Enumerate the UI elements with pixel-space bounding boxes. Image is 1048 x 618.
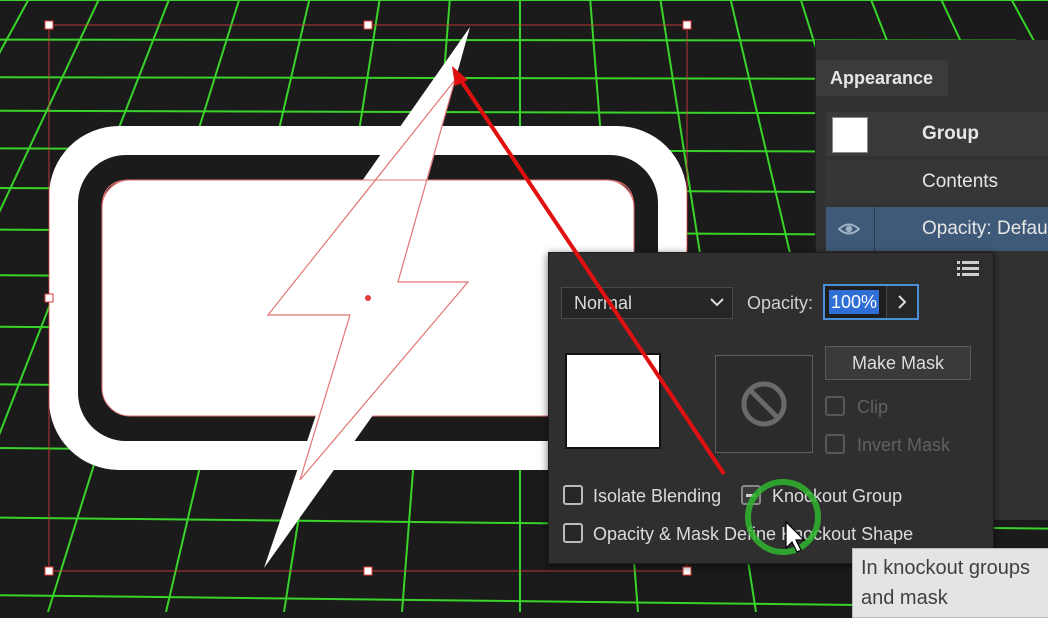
clip-checkbox[interactable] — [825, 396, 845, 416]
opacity-input[interactable]: 100% — [823, 284, 919, 320]
opacity-mask-define-knockout-checkbox[interactable] — [563, 523, 583, 543]
contents-label: Contents — [922, 171, 999, 192]
chevron-right-icon — [898, 295, 907, 309]
artwork-thumbnail[interactable] — [565, 353, 661, 449]
eye-icon[interactable] — [838, 220, 860, 238]
handle-top-left — [44, 20, 54, 30]
handle-top-right — [682, 20, 692, 30]
center-point — [365, 295, 371, 301]
appearance-row-opacity[interactable]: Opacity: Default — [826, 207, 1048, 251]
no-mask-icon — [741, 381, 787, 427]
opacity-stepper-button[interactable] — [886, 286, 917, 318]
blend-mode-select[interactable]: Normal — [561, 287, 733, 319]
chevron-down-icon — [710, 298, 724, 307]
invert-mask-checkbox[interactable] — [825, 434, 845, 454]
panel-menu-icon[interactable] — [957, 259, 979, 277]
clip-label: Clip — [857, 397, 889, 417]
handle-bottom-mid — [363, 566, 373, 576]
opacity-link-label[interactable]: Opacity: Default — [922, 207, 1048, 251]
isolate-blending-label: Isolate Blending — [593, 486, 722, 506]
knockout-group-checkbox[interactable] — [741, 485, 761, 505]
handle-bottom-right — [682, 566, 692, 576]
opacity-label: Opacity: — [747, 293, 814, 313]
make-mask-button[interactable]: Make Mask — [825, 346, 971, 380]
knockout-tooltip: In knockout groups and mask — [852, 548, 1048, 618]
invert-mask-label: Invert Mask — [857, 435, 951, 455]
opacity-value[interactable]: 100% — [829, 290, 880, 314]
handle-top-mid — [363, 20, 373, 30]
tooltip-line-1: In knockout groups — [861, 557, 1030, 579]
isolate-blending-checkbox[interactable] — [563, 485, 583, 505]
group-thumbnail — [832, 117, 868, 153]
appearance-row-group[interactable]: Group — [826, 112, 1048, 156]
handle-bottom-left — [44, 566, 54, 576]
transparency-panel: Normal Opacity: 100% Make Mask Clip Inve… — [548, 252, 994, 564]
tooltip-line-2: and mask — [861, 587, 948, 609]
tab-appearance[interactable]: Appearance — [816, 60, 948, 96]
group-label: Group — [922, 123, 979, 144]
handle-mid-left — [44, 293, 54, 303]
knockout-group-label: Knockout Group — [772, 486, 903, 506]
row-divider — [874, 207, 875, 251]
appearance-row-contents[interactable]: Contents — [826, 160, 1048, 204]
blend-mode-value: Normal — [574, 293, 633, 313]
opacity-mask-define-knockout-label: Opacity & Mask Define Knockout Shape — [593, 524, 914, 544]
mask-thumbnail[interactable] — [715, 355, 813, 453]
